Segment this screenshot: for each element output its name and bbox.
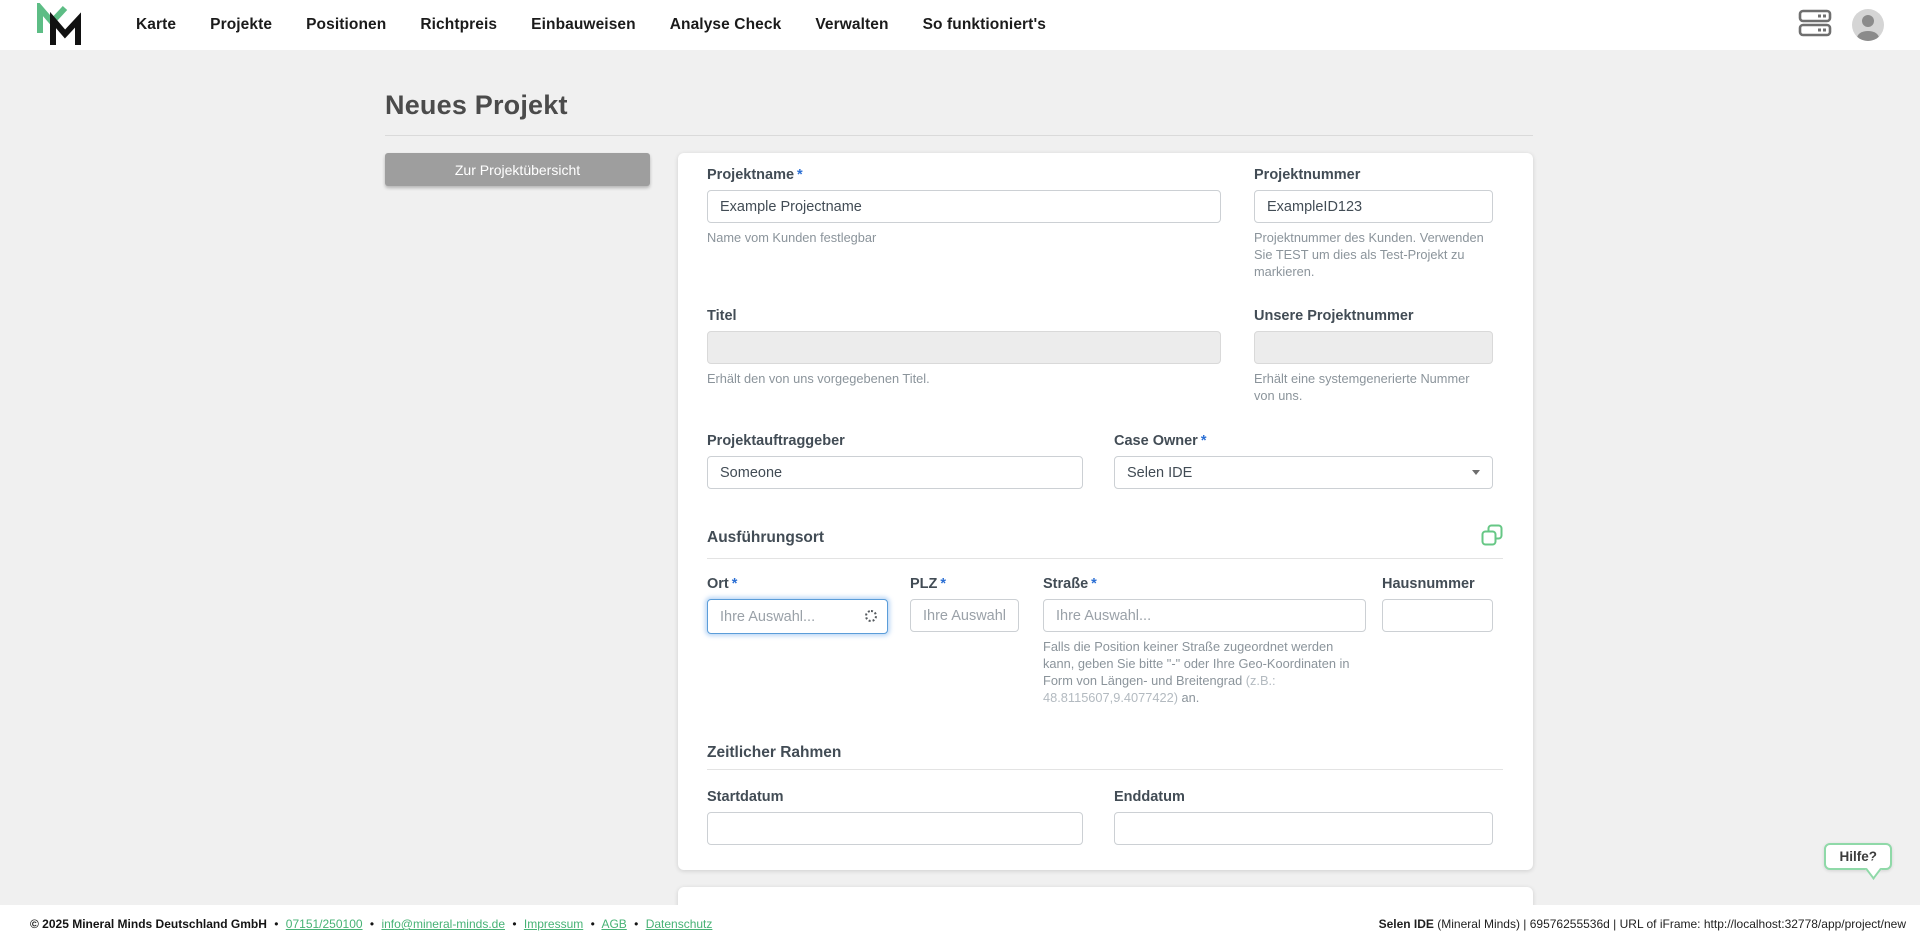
- titel-label: Titel: [707, 307, 737, 324]
- zeitlicher-rahmen-heading: Zeitlicher Rahmen: [707, 744, 842, 762]
- zeitlicher-rahmen-divider: [707, 769, 1503, 771]
- projektauftraggeber-input[interactable]: [707, 456, 1083, 490]
- required-marker: *: [731, 576, 738, 593]
- avatar-body: [1857, 31, 1879, 41]
- enddatum-label: Enddatum: [1114, 789, 1185, 806]
- new-project-form-card: Projektname* Name vom Kunden festlegbar …: [678, 153, 1533, 871]
- footer-session-info: Selen IDE (Mineral Minds) | 69576255536d…: [1379, 917, 1906, 931]
- strasse-input[interactable]: [1043, 599, 1366, 633]
- form-row-titel: Titel Erhält den von uns vorgegebenen Ti…: [707, 308, 1503, 405]
- chevron-down-icon: [1472, 470, 1480, 476]
- form-row-auftraggeber-owner: Projektauftraggeber Case Owner* Selen ID…: [707, 433, 1503, 490]
- ausfuehrungsort-heading: Ausführungsort: [707, 528, 825, 546]
- hausnummer-input[interactable]: [1382, 599, 1493, 633]
- nav-item-einbauweisen[interactable]: Einbauweisen: [531, 16, 636, 34]
- plz-input[interactable]: [910, 599, 1019, 633]
- projektname-helper: Name vom Kunden festlegbar: [707, 230, 877, 245]
- ort-label-text: Ort: [707, 576, 729, 593]
- titel-helper: Erhält den von uns vorgegebenen Titel.: [707, 370, 930, 386]
- required-marker: *: [797, 167, 803, 183]
- title-divider: [385, 135, 1533, 136]
- nav-item-analyse-check[interactable]: Analyse Check: [670, 16, 782, 34]
- required-marker: *: [1091, 576, 1097, 593]
- footer-link-impressum[interactable]: Impressum: [524, 917, 583, 931]
- server-rows-icon[interactable]: [1798, 9, 1832, 42]
- footer-separator: •: [634, 917, 639, 931]
- user-avatar-icon[interactable]: [1852, 9, 1884, 41]
- top-nav-bar: Karte Projekte Positionen Richtpreis Ein…: [0, 0, 1920, 50]
- footer-separator: •: [274, 917, 279, 931]
- startdatum-label: Startdatum: [707, 789, 784, 806]
- projektnummer-input[interactable]: [1254, 190, 1493, 223]
- copy-icon[interactable]: [1481, 524, 1503, 551]
- required-marker: *: [1200, 433, 1207, 450]
- unsere-projektnummer-label: Unsere Projektnummer: [1254, 307, 1414, 324]
- footer-copyright: © 2025 Mineral Minds Deutschland GmbH: [30, 917, 267, 931]
- section-ausfuehrungsort: Ausführungsort: [707, 524, 1503, 560]
- nav-item-projekte[interactable]: Projekte: [210, 16, 272, 34]
- page-title: Neues Projekt: [385, 90, 568, 120]
- case-owner-label-text: Case Owner: [1114, 433, 1198, 450]
- plz-label: PLZ *: [910, 576, 1019, 592]
- nav-item-verwalten[interactable]: Verwalten: [815, 16, 888, 34]
- main-nav: Karte Projekte Positionen Richtpreis Ein…: [136, 16, 1046, 34]
- ausfuehrungsort-divider: [707, 558, 1503, 560]
- ort-input[interactable]: [707, 599, 888, 635]
- unsere-projektnummer-helper: Erhält eine systemgenerierte Nummer von …: [1254, 370, 1470, 403]
- projektnummer-label: Projektnummer: [1254, 167, 1361, 183]
- header-actions: [1798, 9, 1884, 42]
- projektnummer-helper: Projektnummer des Kunden. Verwenden Sie …: [1254, 230, 1484, 279]
- form-row-name-number: Projektname* Name vom Kunden festlegbar …: [707, 167, 1503, 281]
- case-owner-selected-value: Selen IDE: [1127, 464, 1193, 481]
- enddatum-input[interactable]: [1114, 812, 1493, 846]
- strasse-helper-main: Falls die Position keiner Straße zugeord…: [1043, 639, 1350, 689]
- nav-item-positionen[interactable]: Positionen: [306, 16, 386, 34]
- back-to-project-overview-button[interactable]: Zur Projektübersicht: [385, 153, 650, 186]
- case-owner-label: Case Owner *: [1114, 433, 1493, 449]
- help-button[interactable]: Hilfe?: [1824, 843, 1892, 870]
- footer-link-email[interactable]: info@mineral-minds.de: [381, 917, 505, 931]
- strasse-helper: Falls die Position keiner Straße zugeord…: [1043, 639, 1366, 707]
- next-form-card-partial: [678, 887, 1533, 905]
- form-row-address: Ort* PLZ*: [707, 576, 1503, 707]
- ort-label: Ort *: [707, 576, 888, 592]
- avatar-head: [1862, 15, 1874, 27]
- startdatum-input[interactable]: [707, 812, 1083, 846]
- footer-separator: •: [512, 917, 517, 931]
- strasse-helper-suffix: an.: [1177, 690, 1200, 706]
- titel-input: [707, 330, 1221, 364]
- footer-session-detail: (Mineral Minds) | 69576255536d | URL of …: [1433, 917, 1906, 931]
- footer-link-datenschutz[interactable]: Datenschutz: [646, 917, 713, 931]
- mineral-minds-logo-icon[interactable]: [36, 3, 84, 47]
- strasse-label-text: Straße: [1043, 576, 1089, 593]
- main-area: Neues Projekt Zur Projektübersicht Proje…: [0, 50, 1920, 905]
- projektname-input[interactable]: [707, 190, 1221, 223]
- case-owner-select[interactable]: Selen IDE: [1114, 456, 1493, 490]
- footer-link-phone[interactable]: 07151/250100: [286, 917, 363, 931]
- projektauftraggeber-label: Projektauftraggeber: [707, 433, 845, 450]
- hausnummer-label: Hausnummer: [1382, 576, 1475, 593]
- form-row-dates: Startdatum Enddatum: [707, 789, 1503, 846]
- unsere-projektnummer-input: [1254, 330, 1493, 364]
- footer-link-agb[interactable]: AGB: [601, 917, 626, 931]
- projektname-label: Projektname *: [707, 167, 1221, 183]
- required-marker: *: [940, 576, 947, 593]
- projektname-label-text: Projektname: [707, 167, 795, 183]
- section-zeitlicher-rahmen: Zeitlicher Rahmen: [707, 744, 1503, 771]
- nav-item-so-funktionierts[interactable]: So funktioniert's: [923, 16, 1046, 34]
- plz-label-text: PLZ: [910, 576, 938, 593]
- footer-separator: •: [590, 917, 595, 931]
- nav-item-richtpreis[interactable]: Richtpreis: [420, 16, 497, 34]
- strasse-label: Straße *: [1043, 576, 1366, 592]
- footer: © 2025 Mineral Minds Deutschland GmbH • …: [0, 905, 1920, 943]
- footer-user-name: Selen IDE: [1378, 917, 1434, 931]
- footer-left: © 2025 Mineral Minds Deutschland GmbH • …: [30, 917, 712, 931]
- nav-item-karte[interactable]: Karte: [136, 16, 176, 34]
- footer-separator: •: [369, 917, 375, 931]
